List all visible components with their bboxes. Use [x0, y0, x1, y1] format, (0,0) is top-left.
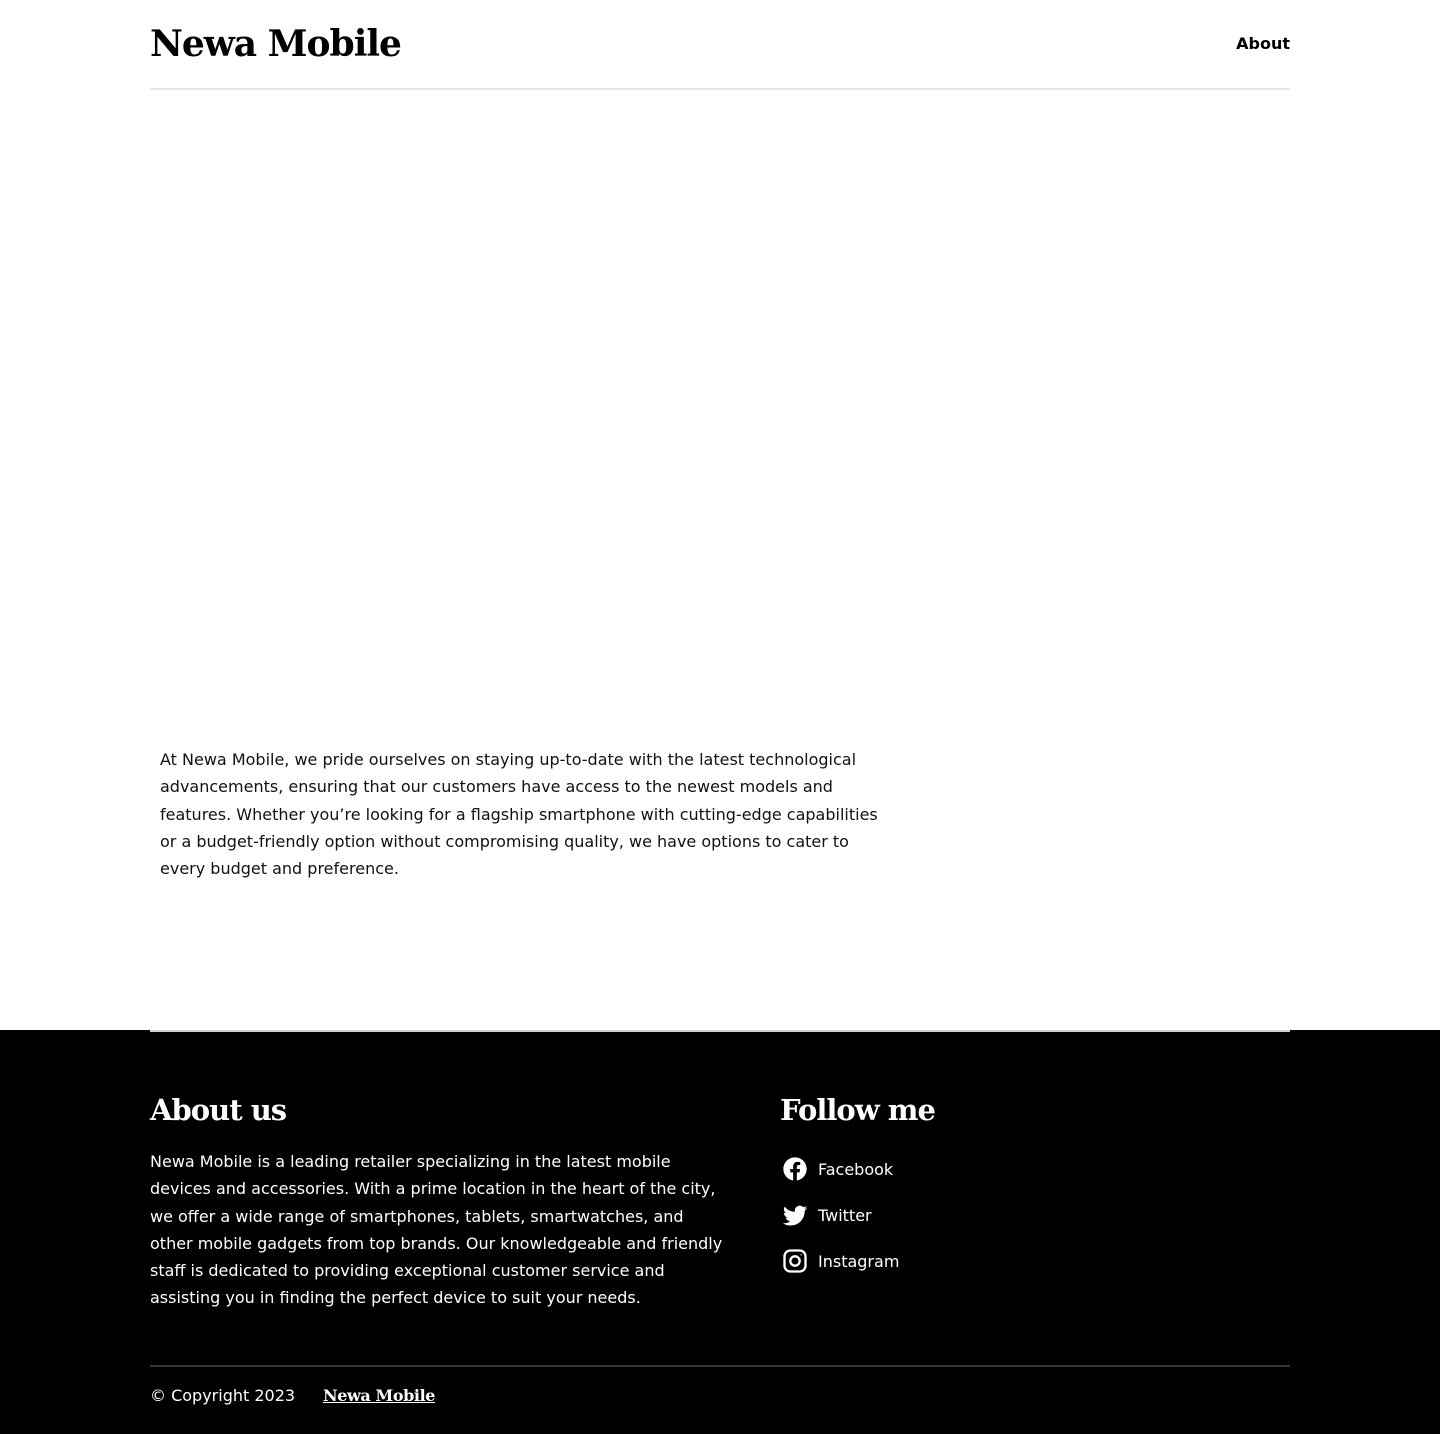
facebook-icon: [780, 1154, 810, 1184]
about-us-text: Newa Mobile is a leading retailer specia…: [150, 1152, 723, 1308]
social-links: Facebook Twitter Instagram: [780, 1146, 899, 1284]
social-label: Facebook: [818, 1159, 894, 1179]
social-link-instagram[interactable]: Instagram: [780, 1238, 899, 1284]
about-us-heading: About us: [150, 1093, 287, 1127]
site-footer: About us Newa Mobile is a leading retail…: [0, 1030, 1440, 1434]
instagram-icon: [780, 1246, 810, 1276]
social-label: Twitter: [818, 1205, 872, 1225]
site-brand-link[interactable]: Newa Mobile: [150, 20, 402, 68]
page: Newa Mobile About At Newa Mobile, we pri…: [0, 0, 1440, 1434]
footer-brand-link[interactable]: Newa Mobile: [323, 1384, 435, 1408]
footer-divider-bottom: [150, 1365, 1290, 1367]
intro-paragraph: At Newa Mobile, we pride ourselves on st…: [160, 750, 878, 879]
social-link-facebook[interactable]: Facebook: [780, 1146, 899, 1192]
nav-link-about[interactable]: About: [1236, 32, 1290, 56]
social-label: Instagram: [818, 1251, 900, 1271]
social-link-twitter[interactable]: Twitter: [780, 1192, 899, 1238]
follow-me-heading: Follow me: [780, 1093, 936, 1127]
site-header: Newa Mobile About: [150, 0, 1290, 90]
footer-divider-top: [150, 1030, 1290, 1032]
twitter-icon: [780, 1200, 810, 1230]
copyright-text: © Copyright 2023: [150, 1386, 296, 1405]
